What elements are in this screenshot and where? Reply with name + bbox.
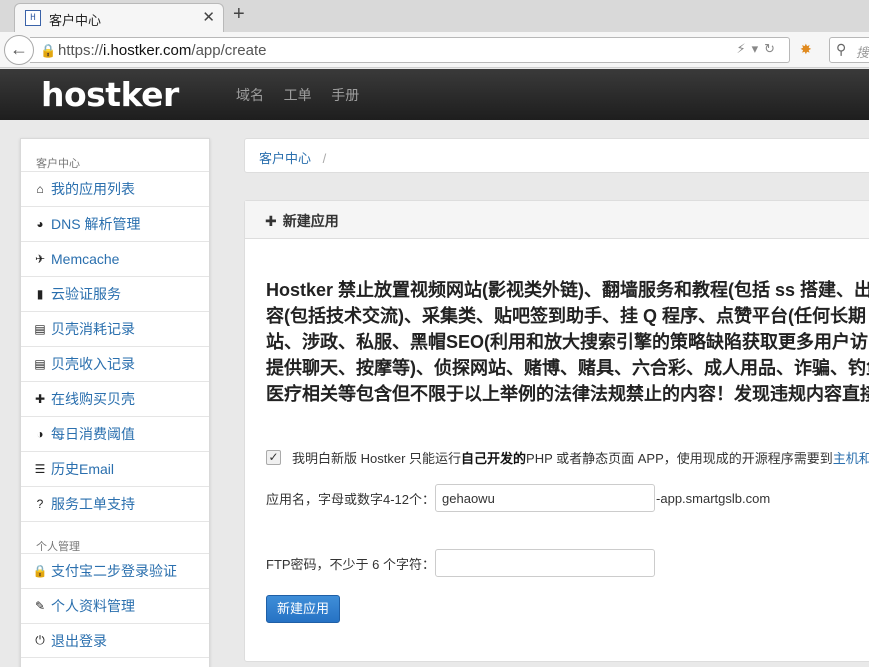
sidebar-item-label: 退出登录 (51, 632, 107, 649)
appname-row: 应用名，字母或数字4-12个： gehaowu -app.smartgslb.c… (266, 484, 770, 512)
appname-input[interactable]: gehaowu (435, 484, 656, 512)
browser-tab[interactable]: H 客户中心 ✕ (14, 3, 224, 32)
sidebar-item[interactable]: ⏻ 退出登录 (21, 623, 209, 658)
favicon-icon: H (25, 10, 41, 26)
sidebar-item-label: 贝壳收入记录 (51, 356, 135, 372)
lock-icon: 🔒 (32, 564, 48, 578)
ftp-row: FTP密码，不少于 6 个字符： (266, 549, 656, 577)
lock-icon: 🔒 (40, 43, 57, 58)
panel-title: 新建应用 (282, 213, 339, 229)
nav-manual[interactable]: 手册 (331, 87, 359, 103)
sidebar-item[interactable]: ▤ 贝壳消耗记录 (21, 311, 209, 346)
create-app-button[interactable]: 新建应用 (266, 595, 340, 623)
browser-tabbar: H 客户中心 ✕ + (0, 0, 869, 32)
adjust-icon: ◑ (36, 427, 44, 441)
create-app-panel: ✚ 新建应用 Hostker 禁止放置视频网站(影视类外链)、翻墙服务和教程(包括… (244, 200, 869, 662)
panel-header: ✚ 新建应用 (245, 201, 869, 239)
search-input[interactable]: ⚲ 搜 (829, 37, 869, 63)
sidebar-item[interactable]: ✚ 在线购买贝壳 (21, 381, 209, 416)
ftp-password-input[interactable] (435, 549, 656, 577)
sidebar-item[interactable]: ◕ DNS 解析管理 (21, 206, 209, 241)
plus-icon: ✚ (34, 392, 46, 406)
appname-label: 应用名，字母或数字4-12个： (266, 491, 436, 507)
back-button[interactable]: ← (4, 35, 34, 65)
list-alt-icon: ▤ (34, 322, 46, 336)
sidebar-item[interactable]: 🔒 支付宝二步登录验证 (21, 553, 209, 588)
th-list-icon: ☰ (34, 462, 46, 476)
appname-domain-suffix: -app.smartgslb.com (656, 490, 771, 506)
breadcrumb: 客户中心 / (244, 138, 869, 173)
search-icon: ⚲ (836, 41, 847, 57)
home-icon: ⌂ (36, 182, 44, 196)
sidebar: 客户中心 ⌂ 我的应用列表 ◕ DNS 解析管理 ✈ Memcache ▮ 云验证服务 ▤ 贝壳消… (20, 138, 210, 667)
sidebar-item[interactable]: ⌂ 我的应用列表 (21, 171, 209, 206)
edit-icon: ✎ (34, 599, 46, 613)
sidebar-item-label: 支付宝二步登录验证 (51, 563, 177, 579)
agree-text-bold: 自己开发的 (461, 451, 527, 466)
list-alt-icon: ▤ (34, 357, 46, 371)
sidebar-item[interactable]: ◑ 每日消费阈值 (21, 416, 209, 451)
host-link[interactable]: 主机和 (833, 448, 869, 467)
breadcrumb-separator: / (322, 151, 327, 166)
sidebar-item-label: 服务工单支持 (51, 496, 135, 512)
sidebar-item[interactable]: ✈ Memcache (21, 241, 209, 276)
notice-line: 提供聊天、按摩等)、侦探网站、赌博、赌具、六合彩、成人用品、诈骗、钓鱼 (266, 358, 869, 378)
plus-icon: ✚ (265, 213, 277, 229)
sidebar-item-label: 我的应用列表 (51, 181, 135, 197)
power-icon: ⏻ (35, 633, 45, 647)
question-icon: ? (36, 497, 44, 511)
agree-row: ✓ 我明白新版 Hostker 只能运行 自己开发的 PHP 或者静态页面 APP… (266, 448, 869, 467)
signal-icon: ▮ (36, 287, 44, 301)
sidebar-item[interactable]: ✎ 个人资料管理 (21, 588, 209, 623)
close-tab-icon[interactable]: ✕ (202, 8, 215, 26)
sidebar-item-label: 个人资料管理 (51, 598, 135, 614)
extension-icon[interactable]: ✸ (800, 41, 816, 57)
top-nav: 域名 工单 手册 (236, 85, 375, 105)
sidebar-item[interactable]: ? 服务工单支持 (21, 486, 209, 521)
notice-line: Hostker 禁止放置视频网站(影视类外链)、翻墙服务和教程(包括 ss 搭建… (266, 280, 869, 300)
agree-text-prefix: 我明白新版 Hostker 只能运行 (292, 451, 462, 466)
url-text[interactable]: https://i.hostker.com/app/create (58, 42, 266, 59)
sidebar-item-label: 每日消费阈值 (51, 426, 135, 442)
nav-ticket[interactable]: 工单 (284, 87, 312, 103)
sidebar-item-label: 贝壳消耗记录 (51, 321, 135, 337)
url-tools[interactable]: ⚡▾↻ (736, 41, 781, 57)
sidebar-item-label: DNS 解析管理 (51, 216, 141, 232)
policy-notice: Hostker 禁止放置视频网站(影视类外链)、翻墙服务和教程(包括 ss 搭建… (266, 277, 869, 407)
agree-checkbox[interactable]: ✓ (266, 450, 281, 465)
nav-domain[interactable]: 域名 (236, 87, 264, 103)
agree-text-suffix: PHP 或者静态页面 APP，使用现成的开源程序需要到 (526, 451, 833, 466)
browser-toolbar: 🔒 https://i.hostker.com/app/create ⚡▾↻ ←… (0, 32, 869, 68)
sidebar-item[interactable]: ▮ 云验证服务 (21, 276, 209, 311)
plane-icon: ✈ (34, 252, 46, 266)
sidebar-item-label: 历史Email (51, 461, 115, 477)
sidebar-item-label: 云验证服务 (51, 286, 121, 302)
sidebar-section-title: 个人管理 (21, 521, 209, 553)
hostker-logo[interactable]: hostker (41, 75, 179, 114)
notice-line: 站、涉政、私服、黑帽SEO(利用和放大搜索引擎的策略缺陷获取更多用户访问 (266, 332, 869, 352)
sidebar-item[interactable]: ☰ 历史Email (21, 451, 209, 486)
sidebar-section-title: 客户中心 (36, 158, 80, 170)
notice-line: 容(包括技术交流)、采集类、贴吧签到助手、挂 Q 程序、点赞平台(任何长期 (266, 306, 866, 326)
tab-title: 客户中心 (49, 14, 102, 29)
sidebar-item-label: 在线购买贝壳 (51, 391, 135, 407)
breadcrumb-home[interactable]: 客户中心 (259, 151, 311, 166)
sidebar-item-label: Memcache (51, 251, 120, 267)
site-header: hostker 域名 工单 手册 (0, 69, 869, 120)
notice-line: 医疗相关等包含但不限于以上举例的法律法规禁止的内容！发现违规内容直接 (266, 384, 869, 404)
new-tab-icon[interactable]: + (233, 4, 245, 24)
sidebar-item[interactable]: ▤ 贝壳收入记录 (21, 346, 209, 381)
search-placeholder: 搜 (856, 45, 869, 60)
globe-icon: ◕ (36, 217, 44, 231)
ftp-label: FTP密码，不少于 6 个字符： (266, 556, 436, 572)
address-bar[interactable]: 🔒 https://i.hostker.com/app/create ⚡▾↻ (30, 37, 790, 63)
